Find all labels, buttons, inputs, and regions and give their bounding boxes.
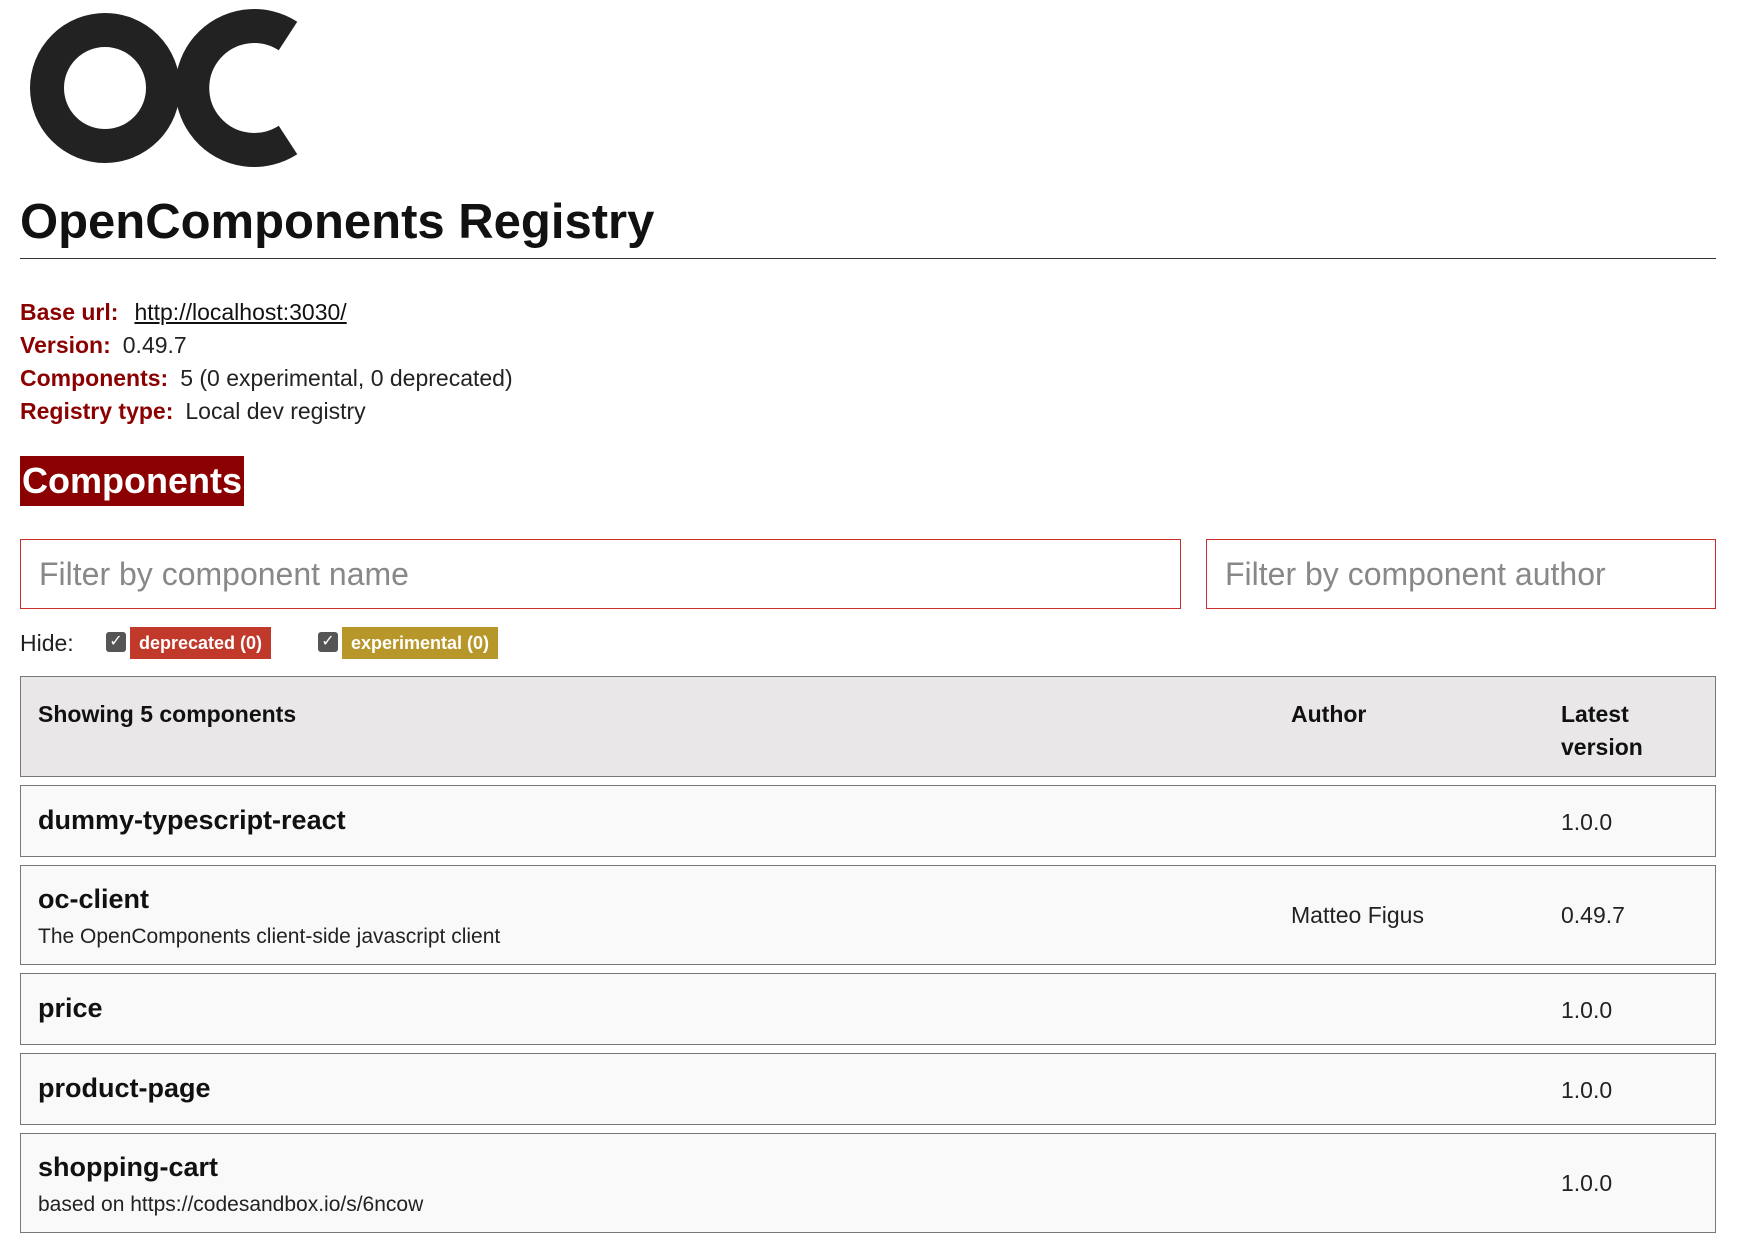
- component-version: 1.0.0: [1561, 997, 1613, 1023]
- table-row[interactable]: shopping-cart based on https://codesandb…: [20, 1133, 1716, 1233]
- table-row[interactable]: price 1.0.0: [20, 973, 1716, 1045]
- registry-page: OpenComponents Registry Base url: http://…: [0, 0, 1738, 1250]
- hide-label: Hide:: [20, 630, 74, 656]
- deprecated-badge[interactable]: deprecated (0): [130, 627, 272, 659]
- experimental-badge[interactable]: experimental (0): [342, 627, 499, 659]
- component-version: 1.0.0: [1561, 809, 1613, 835]
- header-name: Showing 5 components: [38, 701, 297, 727]
- component-version: 0.49.7: [1561, 902, 1625, 928]
- experimental-checkbox[interactable]: ✓: [318, 632, 338, 652]
- deprecated-checkbox[interactable]: ✓: [106, 632, 126, 652]
- info-components: Components: 5 (0 experimental, 0 deprecat…: [20, 362, 513, 395]
- filter-author-input[interactable]: [1206, 539, 1716, 609]
- title-divider: [20, 258, 1716, 259]
- registry-type-value: Local dev registry: [185, 398, 366, 424]
- registry-info: Base url: http://localhost:3030/ Version:…: [20, 296, 513, 428]
- table-row[interactable]: dummy-typescript-react 1.0.0: [20, 785, 1716, 857]
- version-label: Version:: [20, 332, 111, 358]
- component-version: 1.0.0: [1561, 1077, 1613, 1103]
- base-url-link[interactable]: http://localhost:3030/: [134, 299, 346, 325]
- component-name[interactable]: price: [38, 993, 103, 1024]
- page-title: OpenComponents Registry: [20, 195, 655, 249]
- component-description: The OpenComponents client-side javascrip…: [38, 925, 501, 948]
- table-row[interactable]: product-page 1.0.0: [20, 1053, 1716, 1125]
- component-name[interactable]: product-page: [38, 1073, 211, 1104]
- filter-name-input[interactable]: [20, 539, 1181, 609]
- info-version: Version: 0.49.7: [20, 329, 513, 362]
- info-registry-type: Registry type: Local dev registry: [20, 395, 513, 428]
- component-name[interactable]: oc-client: [38, 884, 149, 915]
- oc-logo-icon: [30, 9, 298, 167]
- component-description: based on https://codesandbox.io/s/6ncow: [38, 1193, 424, 1216]
- component-author: Matteo Figus: [1291, 902, 1424, 928]
- info-base-url: Base url: http://localhost:3030/: [20, 296, 513, 329]
- header-version: Latest version: [1561, 701, 1643, 760]
- registry-type-label: Registry type:: [20, 398, 174, 424]
- table-row[interactable]: oc-client The OpenComponents client-side…: [20, 865, 1716, 965]
- components-table: Showing 5 components Author Latest versi…: [20, 676, 1716, 1241]
- version-value: 0.49.7: [122, 332, 187, 358]
- components-heading: Components: [20, 456, 244, 506]
- hide-filters: Hide: ✓ deprecated (0) ✓ experimental (0…: [20, 626, 720, 660]
- components-value: 5 (0 experimental, 0 deprecated): [180, 365, 513, 391]
- component-name[interactable]: dummy-typescript-react: [38, 805, 346, 836]
- components-label: Components:: [20, 365, 169, 391]
- component-version: 1.0.0: [1561, 1170, 1613, 1196]
- base-url-label: Base url:: [20, 299, 119, 325]
- table-header: Showing 5 components Author Latest versi…: [20, 676, 1716, 777]
- header-author: Author: [1291, 701, 1367, 727]
- component-name[interactable]: shopping-cart: [38, 1152, 218, 1183]
